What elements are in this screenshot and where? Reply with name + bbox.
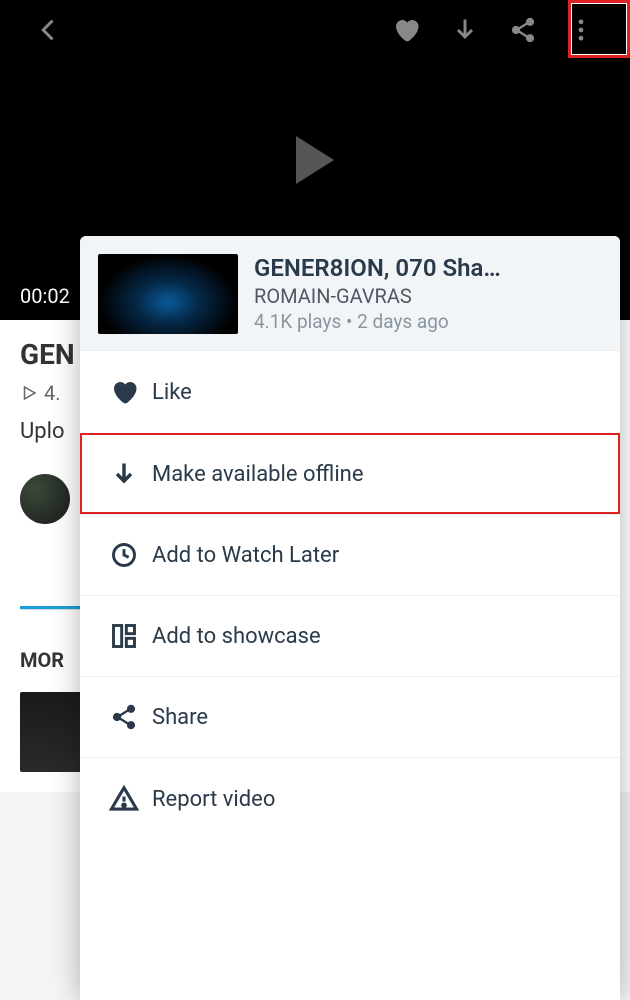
stats-text: 4.	[44, 381, 61, 405]
play-outline-icon	[20, 384, 38, 402]
menu-label-watch-later: Add to Watch Later	[152, 543, 339, 568]
action-sheet: GENER8ION, 070 Sha… ROMAIN-GAVRAS 4.1K p…	[80, 236, 620, 1000]
menu-item-offline[interactable]: Make available offline	[80, 433, 620, 514]
menu-label-offline: Make available offline	[152, 462, 363, 487]
download-button[interactable]	[436, 6, 494, 54]
menu-item-report[interactable]: Report video	[80, 757, 620, 840]
share-button[interactable]	[494, 6, 552, 54]
heart-icon	[102, 377, 146, 407]
sheet-meta: 4.1K plays • 2 days ago	[254, 310, 501, 333]
sheet-header: GENER8ION, 070 Sha… ROMAIN-GAVRAS 4.1K p…	[80, 236, 620, 350]
like-button[interactable]	[376, 5, 436, 55]
download-icon	[102, 460, 146, 488]
menu-item-watch-later[interactable]: Add to Watch Later	[80, 514, 620, 595]
sheet-author: ROMAIN-GAVRAS	[254, 284, 501, 308]
menu-label-report: Report video	[152, 787, 275, 812]
menu-item-like[interactable]: Like	[80, 350, 620, 433]
play-icon	[296, 136, 334, 184]
menu-item-share[interactable]: Share	[80, 676, 620, 757]
warning-icon	[102, 784, 146, 814]
sheet-thumbnail	[98, 254, 238, 334]
back-button[interactable]	[20, 6, 78, 54]
player-top-bar	[0, 0, 630, 60]
more-button[interactable]	[552, 6, 610, 54]
menu-label-share: Share	[152, 705, 208, 730]
menu-label-showcase: Add to showcase	[152, 624, 321, 649]
menu-item-showcase[interactable]: Add to showcase	[80, 595, 620, 676]
avatar[interactable]	[20, 474, 70, 524]
share-icon	[102, 703, 146, 731]
menu-label-like: Like	[152, 380, 192, 405]
clock-icon	[102, 541, 146, 569]
current-time: 00:02	[20, 284, 70, 308]
sheet-title: GENER8ION, 070 Sha…	[254, 254, 501, 282]
more-from-label: MOR	[20, 648, 64, 672]
showcase-icon	[102, 622, 146, 650]
play-button[interactable]	[296, 136, 334, 184]
